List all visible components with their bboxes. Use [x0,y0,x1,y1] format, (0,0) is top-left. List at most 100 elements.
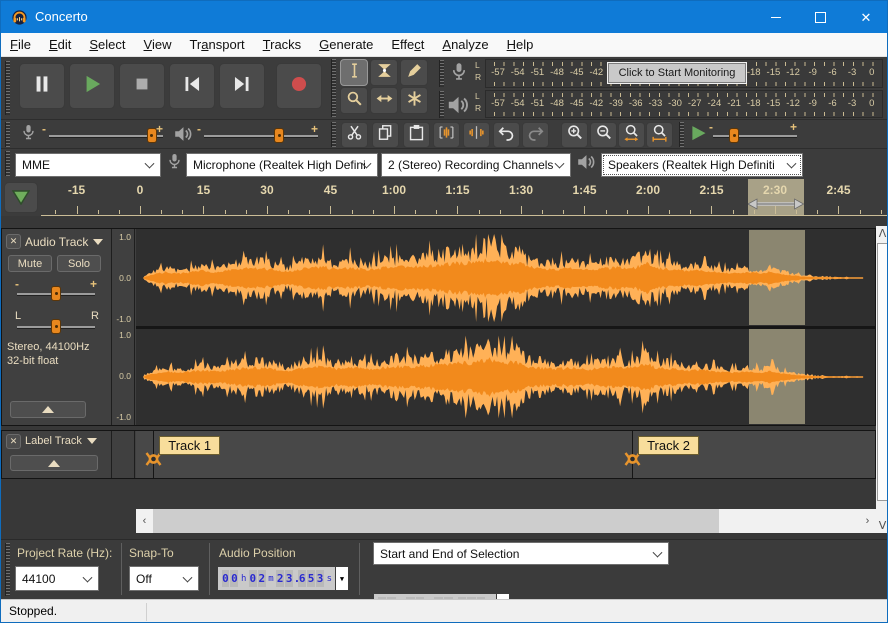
play-button[interactable] [69,63,115,109]
trim-button[interactable] [433,122,460,148]
menu-item-analyze[interactable]: Analyze [433,33,497,57]
selection-mode-select[interactable]: Start and End of Selection [373,542,669,565]
audio-track-collapse-button[interactable] [10,401,86,418]
undo-button[interactable] [493,122,520,148]
timeline-ruler[interactable]: -1501530451:001:151:301:452:002:152:302:… [41,179,888,216]
gain-minus: - [15,278,19,290]
menu-item-effect[interactable]: Effect [382,33,433,57]
label-track-close-button[interactable]: ✕ [6,434,21,449]
timeline-options-button[interactable] [4,182,38,213]
recording-volume-slider[interactable] [49,135,163,137]
scroll-up-arrow[interactable]: ᐱ [876,226,888,241]
recording-meter-grip[interactable] [439,60,444,87]
zoom-project-button[interactable] [646,122,673,148]
recording-device-select[interactable]: Microphone (Realtek High Defini [186,153,378,177]
menu-item-view[interactable]: View [135,33,181,57]
mixer-toolbar-grip[interactable] [5,122,10,147]
scroll-right-arrow[interactable]: › [859,509,876,533]
silence-button[interactable] [463,122,490,148]
menu-item-edit[interactable]: Edit [40,33,80,57]
label-track-title-menu[interactable]: Label Track [25,435,97,447]
envelope-tool-button[interactable] [370,59,398,86]
recording-channels-select[interactable]: 2 (Stereo) Recording Channels [381,153,571,177]
audio-track-vertical-ruler[interactable]: 1.00.0-1.01.00.0-1.0 [113,229,135,425]
zoom-in-button[interactable] [561,122,588,148]
menu-item-generate[interactable]: Generate [310,33,382,57]
zoom-tool-button[interactable] [340,87,368,114]
tools-toolbar-grip[interactable] [331,59,336,117]
snap-to-select[interactable]: Off [129,566,199,591]
audio-track-title-menu[interactable]: Audio Track [25,235,103,249]
stop-button[interactable] [119,63,165,109]
minimize-button[interactable] [753,1,798,33]
db-tick-label: 0 [865,98,879,109]
vertical-scroll-thumb[interactable] [877,243,888,501]
db-tick-label: -3 [845,67,859,78]
playback-meter[interactable]: -57-54-51-48-45-42-39-36-33-30-27-24-21-… [485,90,883,118]
scale-label: 1.0 [119,232,131,242]
audio-position-field[interactable]: 00h02m23.653s▼ [217,566,349,591]
audio-track-waveform[interactable] [136,229,875,425]
label-text-box[interactable]: Track 2 [638,436,699,455]
scroll-down-arrow[interactable]: ᐯ [876,518,888,533]
record-button[interactable] [276,63,322,109]
time-field-dropdown[interactable]: ▼ [335,567,348,590]
playback-meter-grip[interactable] [439,91,444,118]
title-bar[interactable]: Concerto ✕ [1,1,887,33]
db-tick-label: -6 [825,67,839,78]
time-shift-tool-button[interactable] [370,87,398,114]
menu-item-file[interactable]: File [1,33,40,57]
label-track-collapse-button[interactable] [10,455,98,471]
audio-track-close-button[interactable]: ✕ [6,234,21,249]
zoom-selection-button[interactable] [618,122,645,148]
db-tick-label: -51 [530,98,544,109]
edit-toolbar-grip[interactable] [331,122,336,147]
status-bar: Stopped. [1,599,887,623]
copy-button[interactable] [372,122,399,148]
play-at-speed-grip[interactable] [679,122,684,147]
pan-slider-thumb[interactable] [51,319,61,334]
gain-slider-thumb[interactable] [51,286,61,301]
skip-start-button[interactable] [169,63,215,109]
draw-tool-button[interactable] [400,59,428,86]
vertical-scrollbar[interactable]: ᐱ ᐯ [876,226,888,533]
monitoring-tooltip[interactable]: Click to Start Monitoring [608,63,746,83]
menu-item-transport[interactable]: Transport [180,33,253,57]
paste-button[interactable] [403,122,430,148]
horizontal-scrollbar[interactable]: ‹ › [136,509,876,533]
scroll-left-arrow[interactable]: ‹ [136,509,153,533]
menu-item-help[interactable]: Help [498,33,543,57]
solo-button[interactable]: Solo [57,255,101,272]
zoom-out-button[interactable] [590,122,617,148]
speed-slider-thumb[interactable] [729,128,739,143]
cut-button[interactable] [341,122,368,148]
label-text-box[interactable]: Track 1 [159,436,220,455]
label-track-area[interactable]: Track 1 Track 2 [136,431,875,478]
maximize-button[interactable] [798,1,843,33]
skip-end-button[interactable] [219,63,265,109]
selection-tool-button[interactable] [340,59,368,86]
transport-toolbar-grip[interactable] [5,61,10,115]
playback-volume-thumb[interactable] [274,128,284,143]
multi-tool-tool-button[interactable] [400,87,428,114]
trim-icon [437,123,456,147]
redo-icon [526,123,545,147]
device-toolbar-grip[interactable] [5,151,10,176]
mute-button[interactable]: Mute [8,255,52,272]
playback-volume-slider[interactable] [204,135,318,137]
menu-item-tracks[interactable]: Tracks [254,33,311,57]
green-triangle-icon [12,190,30,205]
horizontal-scroll-thumb[interactable] [153,509,719,533]
redo-button[interactable] [522,122,549,148]
selection-drag-handle[interactable] [748,197,804,209]
close-button[interactable]: ✕ [843,1,888,33]
db-tick-label: -57 [491,67,505,78]
pause-button[interactable] [19,63,65,109]
playback-device-select[interactable]: Speakers (Realtek High Definiti [601,153,803,177]
selection-toolbar-grip[interactable] [5,543,10,596]
speed-slider[interactable] [713,135,797,137]
menu-item-select[interactable]: Select [80,33,134,57]
audio-host-select[interactable]: MME [15,153,161,177]
play-at-speed-button[interactable] [688,123,709,149]
project-rate-select[interactable]: 44100 [15,566,99,591]
